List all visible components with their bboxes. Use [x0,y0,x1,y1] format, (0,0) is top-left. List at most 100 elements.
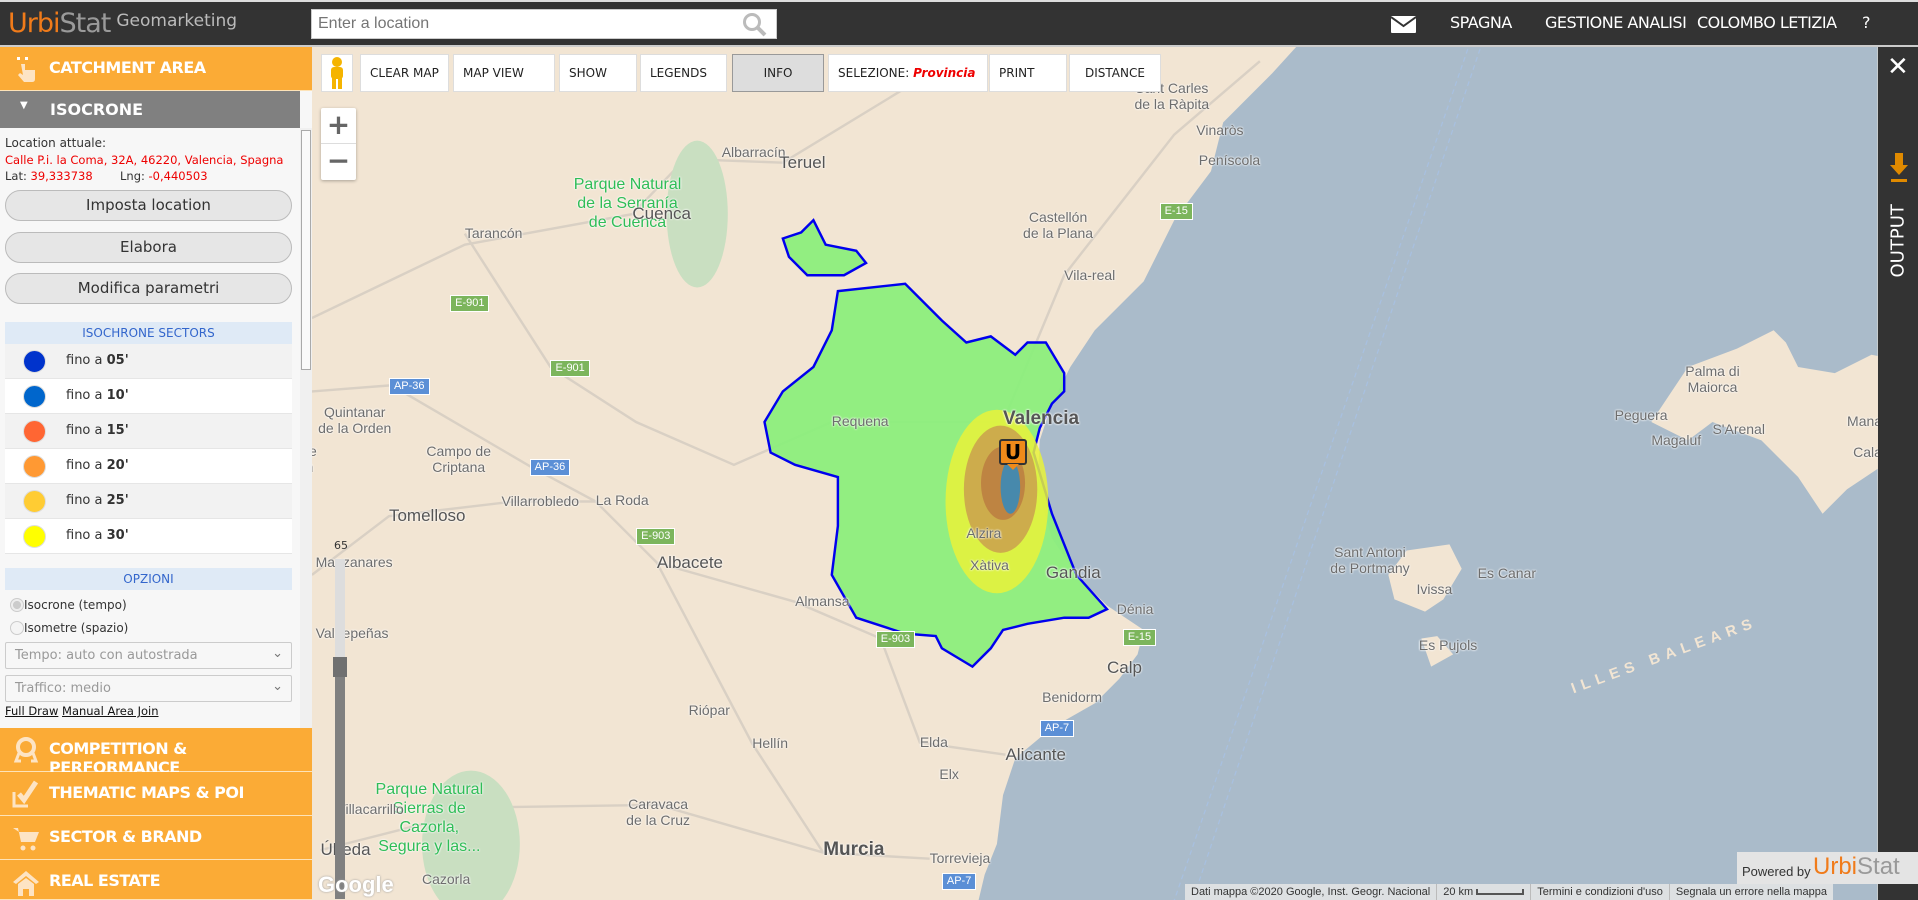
sector-color-swatch [23,420,46,443]
house-icon [13,871,39,896]
place-label: Vinaròs [1196,122,1244,139]
info-button[interactable]: INFO [732,54,824,92]
radio-isocrone-tempo[interactable]: Isocrone (tempo) [10,598,127,612]
sector-row: fino a 30' [5,519,292,554]
road-badge: AP-7 [941,873,977,891]
search-icon[interactable] [742,12,768,38]
place-label: Valencia [1003,407,1080,429]
place-label: Tomelloso [388,506,466,526]
output-tab[interactable]: OUTPUT [1888,204,1909,277]
place-label: Elx [939,765,959,782]
location-label: Location attuale: [5,136,107,150]
place-label: Úbeda [320,840,371,860]
menu-label: THEMATIC MAPS & POI [49,783,244,802]
modifica-parametri-button[interactable]: Modifica parametri [5,273,292,304]
tempo-select[interactable]: Tempo: auto con autostrada ⌄ [5,642,292,669]
road-badge: AP-36 [388,377,430,395]
place-label: Valdepeñas [315,625,389,642]
caret-down-icon: ▼ [20,100,28,111]
nav-user-account[interactable]: COLOMBO LETIZIA [1697,13,1837,32]
place-label: Cala d'Or [1853,444,1878,461]
help-button[interactable]: ? [1862,13,1871,32]
sector-minutes: 05' [106,353,129,368]
terms-link[interactable]: Termini e condizioni d'uso [1531,884,1670,900]
logo-urbi: Urbi [8,8,61,39]
top-header: UrbiStatGeomarketing SPAGNA GESTIONE ANA… [0,0,1918,47]
full-draw-link[interactable]: Full Draw [5,704,58,718]
hand-pointer-icon [17,57,35,82]
zoom-slider[interactable] [333,559,347,899]
scale-bar[interactable]: 20 km [1437,884,1532,900]
imposta-location-button[interactable]: Imposta location [5,190,292,221]
lat-label: Lat: [5,169,27,183]
zoom-in-button[interactable]: + [321,108,356,144]
location-marker[interactable]: U [999,439,1027,470]
place-label: La Roda [595,491,649,508]
nav-spagna[interactable]: SPAGNA [1450,13,1512,32]
place-label: Manzanares [315,554,393,571]
mail-icon[interactable] [1391,16,1416,33]
pegman-button[interactable] [321,54,353,92]
location-search-input[interactable] [311,9,777,39]
distance-button[interactable]: DISTANCE [1069,54,1161,92]
chevron-down-icon: ⌄ [272,646,283,661]
map-view-button[interactable]: MAP VIEW [453,54,555,92]
print-button[interactable]: PRINT [989,54,1067,92]
isocrone-panel: Location attuale: Calle P.i. la Coma, 32… [0,128,300,728]
place-label: Almansa [795,593,850,610]
menu-real-estate[interactable]: REAL ESTATE [0,860,312,900]
nav-gestione-analisi[interactable]: GESTIONE ANALISI [1545,13,1687,32]
sector-minutes: 30' [106,528,129,543]
isocrone-section-header[interactable]: ▼ ISOCRONE [0,91,300,128]
sector-color-swatch [23,455,46,478]
place-label: Gandia [1045,562,1101,582]
menu-catchment-area[interactable]: CATCHMENT AREA [0,47,312,91]
isochrone-sectors-title: ISOCHRONE SECTORS [5,322,292,344]
road-badge: AP-36 [529,458,571,476]
menu-sector-brand[interactable]: SECTOR & BRAND [0,816,312,860]
show-button[interactable]: SHOW [559,54,637,92]
zoom-slider-handle[interactable] [333,657,347,677]
powered-by-urbistat[interactable]: Powered by UrbiStat [1737,852,1918,884]
stat-text: Stat [1857,853,1900,880]
lng-value: -0,440503 [148,169,208,183]
download-icon[interactable] [1889,151,1909,183]
menu-thematic-maps-poi[interactable]: THEMATIC MAPS & POI [0,772,312,816]
radio-isometre-spazio[interactable]: Isometre (spazio) [10,621,128,635]
sector-prefix: fino a [66,353,103,368]
place-label: Manacor [1847,413,1878,430]
report-error-link[interactable]: Segnala un errore nella mappa [1670,884,1833,900]
place-label: Riópar [688,702,730,719]
road-badge: E-903 [875,631,916,649]
place-label: Hellín [752,735,789,752]
place-label: Campo de Criptana [426,442,491,475]
place-label: Caravaca de la Cruz [626,796,690,829]
location-address: Calle P.i. la Coma, 32A, 46220, Valencia… [5,153,284,167]
manual-area-join-link[interactable]: Manual Area Join [62,704,158,718]
traffico-select[interactable]: Traffico: medio ⌄ [5,675,292,702]
zoom-out-button[interactable]: − [321,144,356,180]
zoom-control: + − [321,108,356,180]
legends-button[interactable]: LEGENDS [640,54,727,92]
select-value: Tempo: auto con autostrada [15,648,198,663]
attribution-text: Dati mappa ©2020 Google, Inst. Geogr. Na… [1185,884,1438,900]
place-label: Castellón de la Plana [1023,209,1094,242]
map-canvas[interactable]: Albarracín Teruel Parque Natural de la Ser… [312,47,1878,900]
elabora-button[interactable]: Elabora [5,232,292,263]
panel-scrollbar[interactable] [300,128,312,728]
place-label: Albacete [656,552,724,572]
clear-map-button[interactable]: CLEAR MAP [360,54,449,92]
selezione-label: SELEZIONE: [838,66,910,80]
sector-row: fino a 25' [5,484,292,519]
sector-prefix: fino a [66,528,103,543]
map-labels: Albarracín Teruel Parque Natural de la Ser… [312,47,1878,900]
menu-competition-performance[interactable]: COMPETITION & PERFORMANCE [0,728,312,777]
scrollbar-thumb[interactable] [301,130,311,370]
urbistat-logo[interactable]: UrbiStat Geomarketing [8,8,237,39]
place-label: Villarrobledo [501,492,580,509]
selezione-button[interactable]: SELEZIONE: Provincia [828,54,988,92]
award-icon [13,737,39,763]
place-label: Requena [831,413,889,430]
close-icon[interactable]: ✕ [1887,52,1909,82]
sector-prefix: fino a [66,423,103,438]
